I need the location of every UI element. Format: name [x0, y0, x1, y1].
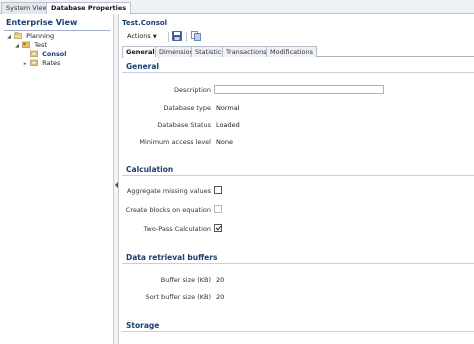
create-blocks-checkbox[interactable] [214, 205, 222, 213]
tree-label-rates: Rates [42, 59, 61, 67]
copy-icon[interactable] [191, 31, 201, 41]
tab-modifications[interactable]: Modifications [266, 46, 318, 57]
tree-node-test[interactable]: ◢ Test [14, 41, 47, 50]
tree-label-planning: Planning [26, 32, 55, 40]
aggregate-missing-label: Aggregate missing values [126, 187, 211, 195]
actions-menu-button[interactable]: Actions ▼ [127, 32, 157, 40]
two-pass-label: Two-Pass Calculation [143, 225, 211, 233]
section-title-general: General [126, 62, 159, 71]
minimum-access-value: None [216, 138, 233, 146]
cube-icon [30, 50, 38, 57]
database-status-value: Loaded [216, 121, 240, 129]
tab-system-view[interactable]: System View [1, 2, 53, 14]
aggregate-missing-checkbox[interactable] [214, 186, 222, 194]
database-status-label: Database Status [157, 121, 211, 129]
section-divider [122, 331, 474, 332]
section-title-retrieval: Data retrieval buffers [126, 253, 218, 262]
collapse-icon[interactable]: ◢ [6, 33, 12, 42]
tree-label-consol: Consol [42, 50, 67, 58]
section-divider [122, 263, 474, 264]
dropdown-arrow-icon: ▼ [152, 34, 157, 40]
section-divider [122, 72, 474, 73]
create-blocks-label: Create blocks on equation [125, 206, 211, 214]
title-divider [4, 30, 110, 31]
sort-buffer-size-label: Sort buffer size (KB) [145, 293, 211, 301]
buffer-size-value: 20 [216, 276, 225, 284]
minimum-access-label: Minimum access level [139, 138, 211, 146]
actions-label: Actions [127, 32, 151, 40]
application-icon [14, 32, 22, 39]
tab-transactions[interactable]: Transactions [222, 46, 271, 57]
database-properties-panel: Test.Consol Actions ▼ General Dimension … [119, 14, 474, 344]
description-input[interactable] [214, 85, 384, 94]
enterprise-view-title: Enterprise View [6, 18, 78, 27]
sort-buffer-size-value: 20 [216, 293, 225, 301]
save-icon[interactable] [172, 31, 182, 41]
tab-general[interactable]: General [122, 46, 159, 58]
page-title: Test.Consol [122, 19, 168, 27]
toolbar-divider [168, 32, 169, 42]
cube-icon [30, 59, 38, 66]
toolbar: Actions ▼ [122, 31, 474, 43]
database-type-label: Database type [163, 104, 211, 112]
buffer-size-label: Buffer size (KB) [160, 276, 211, 284]
description-label: Description [173, 86, 211, 94]
tree-node-rates[interactable]: ▸ Rates [22, 59, 61, 69]
enterprise-view-panel: Enterprise View ◢ Planning ◢ Test Consol… [0, 14, 114, 344]
database-icon [22, 41, 30, 48]
collapse-icon[interactable]: ◢ [14, 42, 20, 51]
section-title-storage: Storage [126, 321, 160, 330]
database-type-value: Normal [216, 104, 240, 112]
tree-node-planning[interactable]: ◢ Planning [6, 32, 54, 41]
top-tab-bar: System View Database Properties [0, 0, 474, 15]
tree-node-consol[interactable]: Consol [30, 50, 67, 59]
properties-tabs: General Dimension Statistics Transaction… [122, 46, 474, 58]
tree-label-test: Test [34, 41, 47, 49]
expand-icon[interactable]: ▸ [22, 60, 28, 69]
section-divider [122, 175, 474, 176]
two-pass-checkbox[interactable] [214, 224, 222, 232]
toolbar-divider [186, 32, 187, 42]
section-title-calculation: Calculation [126, 165, 174, 174]
